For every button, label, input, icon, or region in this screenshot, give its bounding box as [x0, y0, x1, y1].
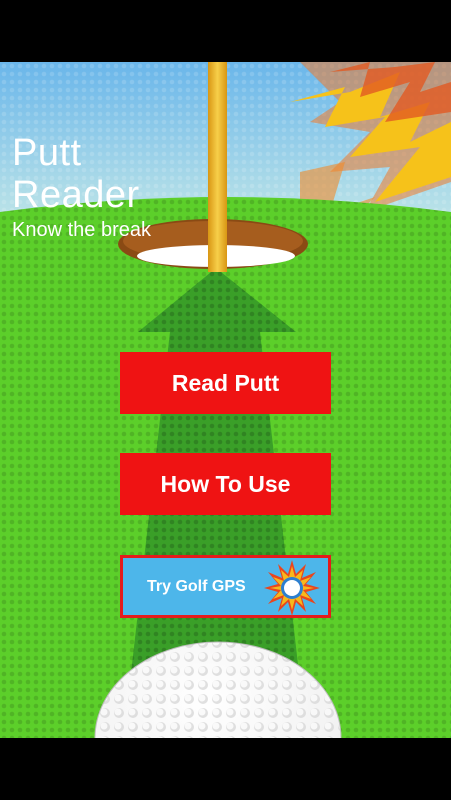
how-to-use-label: How To Use [160, 470, 291, 497]
gps-starburst-icon [264, 560, 320, 616]
try-golf-gps-label: Try Golf GPS [147, 577, 246, 595]
app-screen: Putt Reader Know the break Read Putt How… [0, 0, 451, 800]
read-putt-label: Read Putt [171, 369, 280, 396]
app-title-line2: Reader [12, 174, 140, 216]
try-golf-gps-button[interactable]: Try Golf GPS [120, 555, 331, 618]
title-block: Putt Reader Know the break [12, 132, 151, 242]
app-subtitle: Know the break [12, 219, 151, 241]
navigation-bar [0, 738, 451, 800]
how-to-use-button[interactable]: How To Use [120, 453, 331, 515]
read-putt-button[interactable]: Read Putt [120, 352, 331, 414]
app-title-line1: Putt [12, 132, 82, 174]
flagpole-icon [208, 62, 227, 272]
status-bar [0, 0, 451, 62]
